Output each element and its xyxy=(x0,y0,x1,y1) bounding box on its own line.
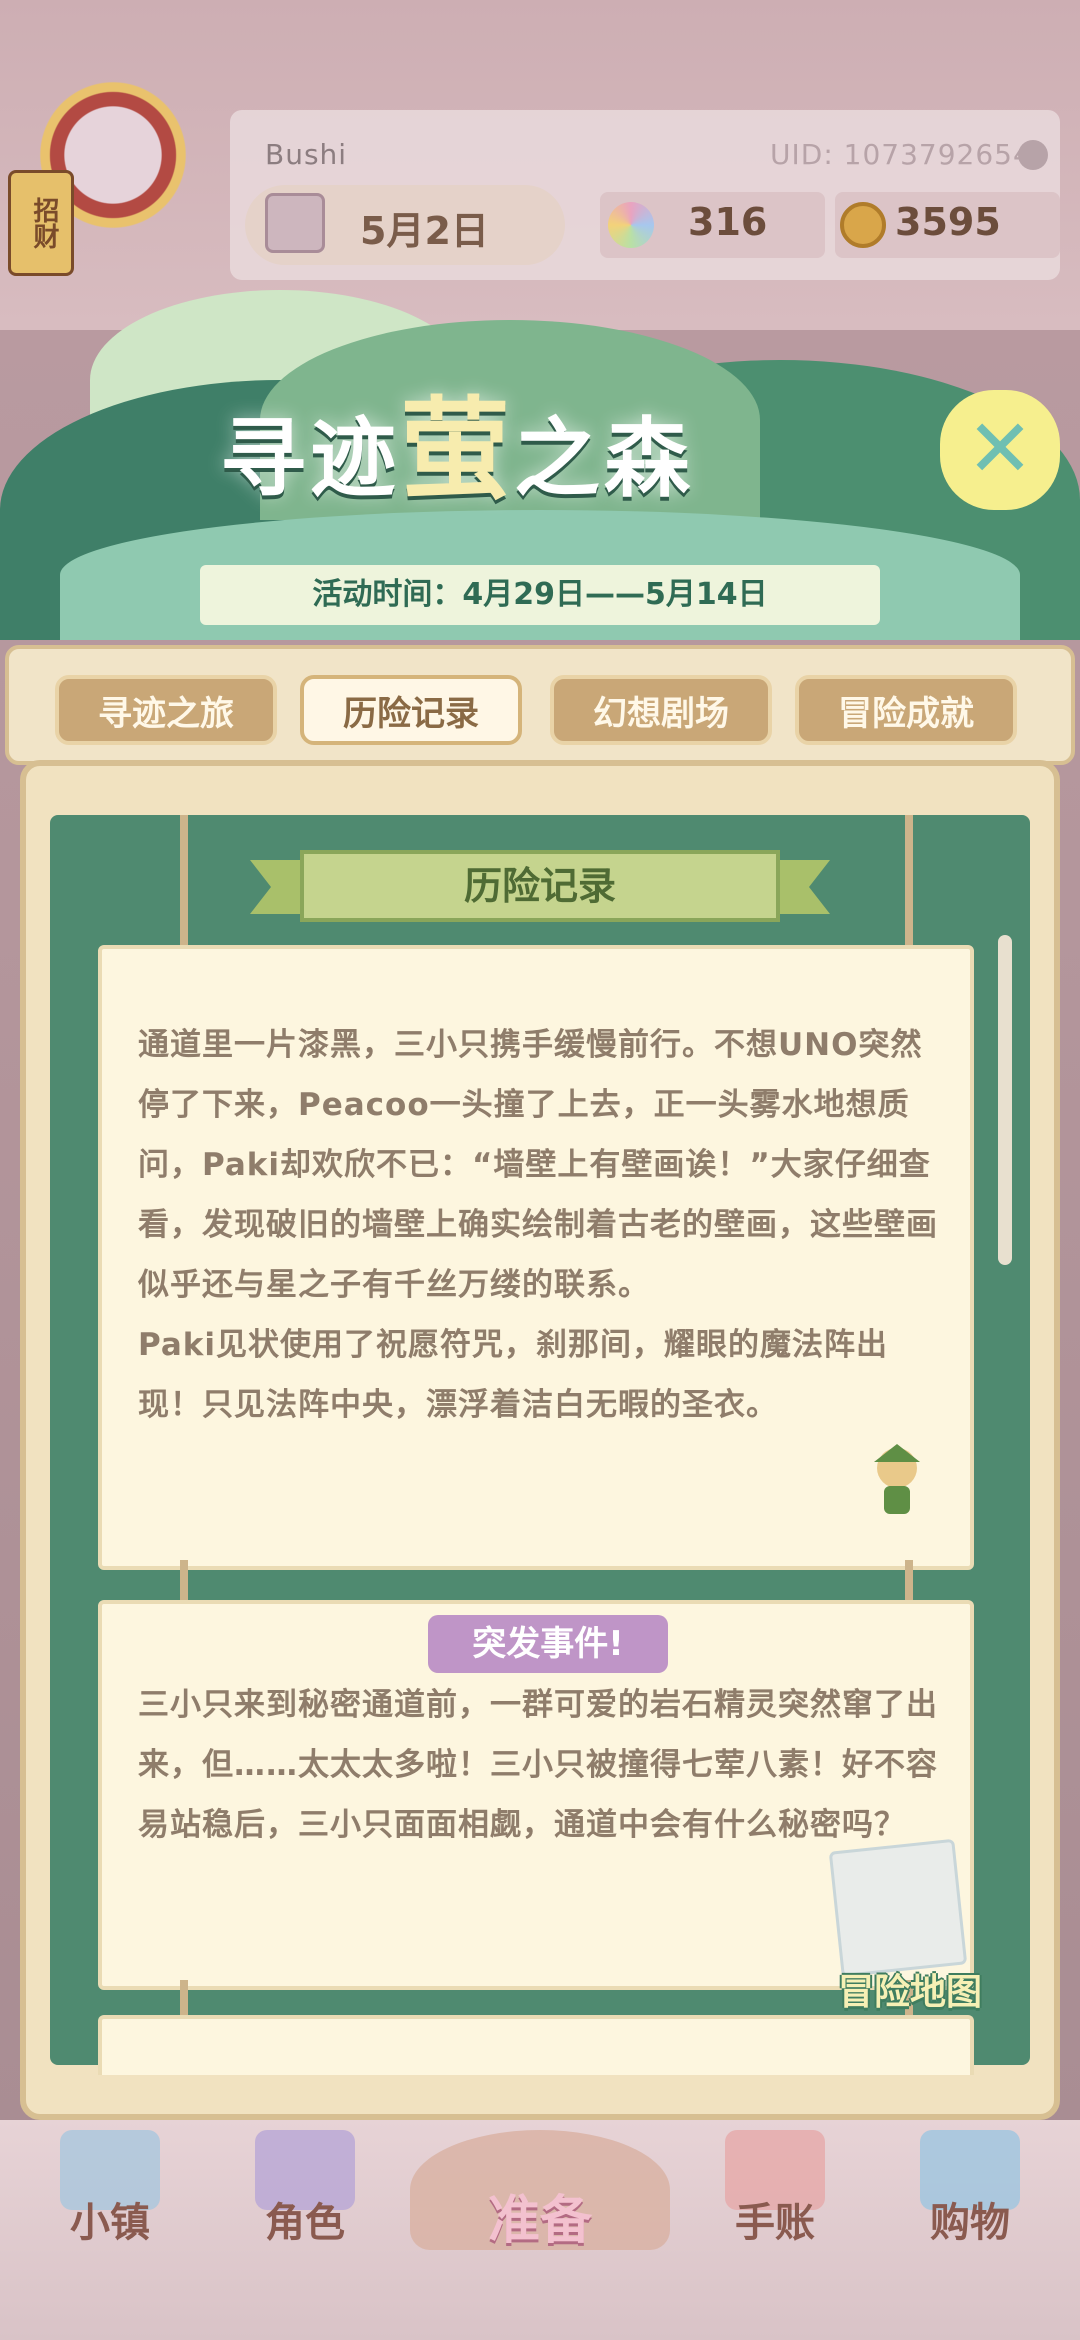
nav-character[interactable]: 角色 xyxy=(235,2190,375,2248)
rope-left xyxy=(180,815,188,955)
nav-journal[interactable]: 手账 xyxy=(705,2190,845,2248)
tab-adventure-record[interactable]: 历险记录 xyxy=(300,675,522,745)
event-title: 寻迹萤之森 xyxy=(220,386,694,514)
next-card-peek xyxy=(98,2015,974,2075)
character-sprite-icon xyxy=(874,1444,920,1514)
nav-town[interactable]: 小镇 xyxy=(40,2190,180,2248)
uid-label: UID: 1073792654 xyxy=(770,138,1032,171)
copy-icon[interactable] xyxy=(1018,140,1048,170)
event-badge: 突发事件! xyxy=(428,1615,668,1673)
story-paragraph-1: 通道里一片漆黑，三小只携手缓慢前行。不想UNO突然停了下来，Peacoo一头撞了… xyxy=(138,1027,938,1303)
story-text: 通道里一片漆黑，三小只携手缓慢前行。不想UNO突然停了下来，Peacoo一头撞了… xyxy=(138,1015,938,1435)
nav-shop[interactable]: 购物 xyxy=(900,2190,1040,2248)
event-date-range: 活动时间：4月29日——5月14日 xyxy=(200,565,880,625)
scrollbar[interactable] xyxy=(998,935,1012,1265)
map-label: 冒险地图 xyxy=(837,1972,982,2013)
tab-fantasy-theater[interactable]: 幻想剧场 xyxy=(550,675,772,745)
section-header: 历险记录 xyxy=(300,850,780,922)
rope-connector-left-2 xyxy=(180,1980,188,2020)
close-button[interactable]: ✕ xyxy=(940,390,1060,510)
event-text: 三小只来到秘密通道前，一群可爱的岩石精灵突然窜了出来，但……太太太多啦！三小只被… xyxy=(138,1687,938,1843)
username: Bushi xyxy=(265,138,348,171)
map-icon xyxy=(828,1838,968,1978)
rope-right xyxy=(905,815,913,955)
story-paragraph-2: Paki见状使用了祝愿符咒，刹那间，耀眼的魔法阵出现！只见法阵中央，漂浮着洁白无… xyxy=(138,1327,889,1423)
nav-prepare[interactable]: 准备 xyxy=(440,2178,640,2253)
tab-journey[interactable]: 寻迹之旅 xyxy=(55,675,277,745)
adventure-map-button[interactable]: 冒险地图 xyxy=(815,1838,995,2015)
tab-achievements[interactable]: 冒险成就 xyxy=(795,675,1017,745)
